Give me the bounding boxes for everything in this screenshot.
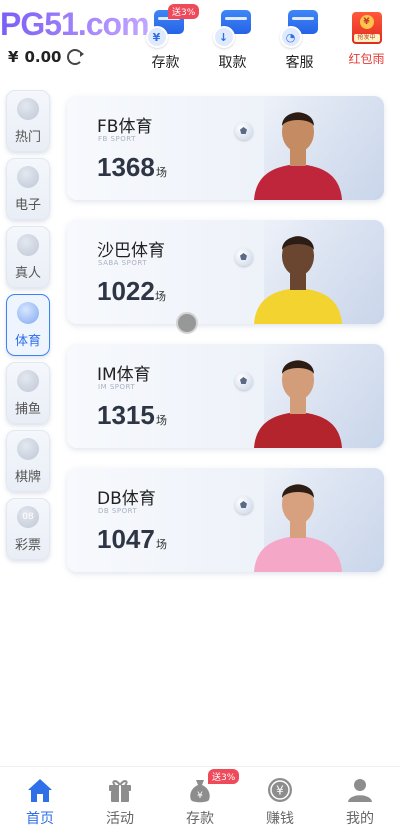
sidebar-item-label: 电子 (14, 197, 41, 213)
sport-ball-icon (17, 301, 39, 324)
svg-text:¥: ¥ (276, 784, 284, 798)
sidebar-item-label: 捕鱼 (14, 401, 41, 417)
coin-icon: ¥ (268, 778, 292, 802)
gamepad-icon (17, 165, 39, 188)
gift-icon (109, 780, 131, 802)
game-card-fb[interactable]: FB体育 FB SPORT 1368 场 (67, 96, 384, 200)
deposit-bonus-badge: 送3% (208, 769, 240, 784)
player-jersey (254, 164, 342, 200)
sidebar-item-hot[interactable]: 热门 (6, 90, 50, 152)
fire-icon (17, 97, 39, 120)
lottery-icon: 08 (17, 505, 39, 528)
sidebar-item-lottery[interactable]: 08 彩票 (6, 498, 50, 560)
nav-label: 我的 (346, 811, 374, 827)
game-name: 沙巴体育 (97, 241, 165, 261)
sidebar-item-slots[interactable]: 电子 (6, 158, 50, 220)
match-count: 1368 (97, 152, 155, 182)
nav-label: 存款 (186, 811, 214, 827)
player-jersey (254, 288, 342, 324)
player-jersey (254, 412, 342, 448)
lottery-icon-text: 08 (22, 511, 34, 522)
nav-home[interactable]: 首页 (0, 767, 80, 832)
customer-service-icon: ◔ (279, 8, 320, 48)
deposit-bonus-badge: 送3% (168, 4, 200, 19)
withdraw-button[interactable]: ↓ 取款 (199, 8, 266, 72)
match-unit: 场 (155, 290, 166, 303)
player-jersey (254, 536, 342, 572)
currency-symbol: ¥ (8, 48, 19, 66)
withdraw-label: 取款 (218, 55, 247, 71)
game-name: DB体育 (97, 489, 156, 509)
sidebar-item-label: 彩票 (14, 537, 41, 553)
match-unit: 场 (156, 166, 167, 179)
red-envelope-icon-text: 抢发中 (353, 34, 380, 42)
sidebar-item-chess[interactable]: 棋牌 (6, 430, 50, 492)
player-image (254, 236, 342, 324)
deposit-label: 存款 (151, 55, 180, 71)
game-subtitle: FB SPORT (98, 135, 136, 143)
game-subtitle: IM SPORT (98, 383, 136, 391)
game-card-im[interactable]: IM体育 IM SPORT 1315 场 (67, 344, 384, 448)
sidebar-item-label: 热门 (14, 129, 41, 145)
live-icon (17, 233, 39, 256)
match-unit: 场 (156, 538, 167, 551)
nav-label: 首页 (26, 811, 54, 827)
sidebar-item-fishing[interactable]: 捕鱼 (6, 362, 50, 424)
nav-activity[interactable]: 活动 (80, 767, 160, 832)
player-image (254, 112, 342, 200)
sports-provider-list: FB体育 FB SPORT 1368 场 沙巴体育 SABA SPORT 102… (67, 96, 384, 592)
customer-service-button[interactable]: ◔ 客服 (266, 8, 333, 72)
sidebar-item-sports[interactable]: 体育 (6, 294, 50, 356)
game-subtitle: SABA SPORT (98, 259, 147, 267)
app-page: PG51.com ¥0.00 ¥ 送3% 存款 ↓ 取款 ◔ 客服 抢发中 红包… (0, 0, 400, 832)
refresh-icon[interactable] (67, 49, 85, 65)
customer-service-label: 客服 (285, 55, 314, 71)
withdraw-icon: ↓ (212, 8, 253, 48)
match-count: 1315 (97, 400, 155, 430)
red-envelope-label: 红包雨 (348, 52, 385, 66)
top-actions: ¥ 送3% 存款 ↓ 取款 ◔ 客服 抢发中 红包雨 (132, 4, 400, 72)
svg-text:¥: ¥ (197, 791, 203, 801)
category-sidebar: 热门 电子 真人 体育 捕鱼 棋牌 08 彩票 (6, 90, 52, 566)
floating-scroll-indicator[interactable] (176, 312, 198, 334)
balance-amount: 0.00 (24, 48, 62, 66)
sidebar-item-label: 真人 (14, 265, 41, 281)
game-name: FB体育 (97, 117, 153, 137)
game-name: IM体育 (97, 365, 151, 385)
cards-icon (17, 437, 39, 460)
sidebar-item-label: 体育 (14, 333, 41, 349)
nav-earn[interactable]: ¥ 赚钱 (240, 767, 320, 832)
nav-label: 赚钱 (266, 811, 294, 827)
red-envelope-icon: 抢发中 (351, 12, 382, 44)
fish-icon (17, 369, 39, 392)
nav-profile[interactable]: 我的 (320, 767, 400, 832)
home-icon (28, 779, 52, 802)
player-image (254, 484, 342, 572)
balance-display: ¥0.00 (8, 48, 85, 66)
deposit-button[interactable]: ¥ 送3% 存款 (132, 4, 200, 72)
bottom-nav: 首页 活动 ¥ 送3% 存款 ¥ 赚钱 我的 (0, 766, 400, 832)
nav-label: 活动 (106, 811, 134, 827)
match-count: 1047 (97, 524, 155, 554)
match-count: 1022 (97, 276, 155, 306)
user-icon (348, 779, 372, 802)
game-subtitle: DB SPORT (98, 507, 138, 515)
sidebar-item-label: 棋牌 (14, 469, 41, 485)
game-card-saba[interactable]: 沙巴体育 SABA SPORT 1022 场 (67, 220, 384, 324)
site-logo[interactable]: PG51.com (0, 6, 150, 43)
game-card-db[interactable]: DB体育 DB SPORT 1047 场 (67, 468, 384, 572)
red-envelope-button[interactable]: 抢发中 红包雨 (333, 8, 400, 72)
player-image (254, 360, 342, 448)
nav-deposit[interactable]: ¥ 送3% 存款 (160, 767, 240, 832)
match-unit: 场 (156, 414, 167, 427)
sidebar-item-live[interactable]: 真人 (6, 226, 50, 288)
